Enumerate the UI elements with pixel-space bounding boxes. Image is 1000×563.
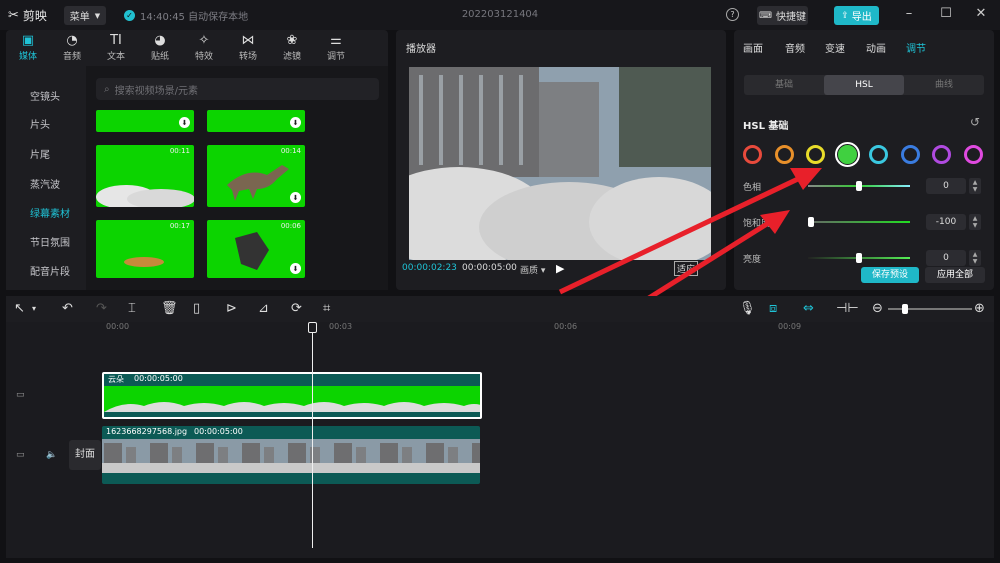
microphone-icon[interactable]: 🎙	[739, 301, 756, 316]
timeline: 00:00 00:03 00:06 00:09 ▭ ▭ 🔈 封面 云朵 00:0…	[6, 322, 994, 558]
ruler-tick: 00:06	[554, 322, 578, 331]
clip-duration: 00:00:05:00	[134, 374, 183, 383]
playhead[interactable]	[312, 322, 313, 548]
track-video-icon[interactable]: ▭	[16, 450, 25, 460]
clip-image[interactable]: 1623668297568.jpg 00:00:05:00	[102, 426, 480, 484]
reverse-icon[interactable]: ⊳	[226, 301, 237, 316]
ruler-tick: 00:09	[778, 322, 802, 331]
zoom-in-icon[interactable]: ⊕	[974, 301, 985, 316]
split-icon[interactable]: ⌶	[128, 301, 136, 316]
track-video-icon[interactable]: ▭	[16, 390, 25, 400]
preview-axis-icon[interactable]: ⊣⊢	[836, 301, 859, 316]
undo-icon[interactable]: ↶	[62, 301, 73, 316]
delete-icon[interactable]: 🗑	[161, 301, 178, 316]
ruler-tick: 00:03	[329, 322, 353, 331]
clip-filmstrip	[104, 386, 480, 412]
clip-filmstrip	[102, 439, 480, 473]
mute-icon[interactable]: 🔈	[46, 450, 57, 460]
cover-button[interactable]: 封面	[69, 440, 101, 470]
select-pointer-icon[interactable]: ↖	[14, 301, 25, 316]
timeline-toolbar: ↖ ▾ ↶ ↷ ⌶ 🗑 ▯ ⊳ ⊿ ⟳ ⌗ 🎙 ⧈ ⇔ ⊣⊢ ⊖ ⊕	[6, 296, 994, 322]
zoom-slider[interactable]	[888, 308, 972, 310]
playhead-handle[interactable]	[308, 322, 317, 333]
clip-name: 1623668297568.jpg	[106, 427, 188, 436]
freeze-icon[interactable]: ▯	[193, 301, 200, 316]
chevron-down-icon[interactable]: ▾	[32, 304, 36, 313]
arrow-to-green-ring	[558, 175, 802, 295]
clip-clouds[interactable]: 云朵 00:00:05:00	[102, 372, 482, 419]
zoom-knob[interactable]	[902, 304, 908, 314]
clip-duration: 00:00:05:00	[194, 427, 243, 436]
clip-name: 云朵	[108, 375, 124, 384]
redo-icon[interactable]: ↷	[96, 301, 107, 316]
snap-icon[interactable]: ⧈	[769, 301, 777, 316]
arrow-head	[760, 210, 790, 234]
rotate-icon[interactable]: ⟳	[291, 301, 302, 316]
link-icon[interactable]: ⇔	[803, 301, 814, 316]
ruler-tick: 00:00	[106, 322, 130, 331]
mirror-icon[interactable]: ⊿	[258, 301, 269, 316]
crop-icon[interactable]: ⌗	[323, 301, 330, 316]
zoom-out-icon[interactable]: ⊖	[872, 301, 883, 316]
